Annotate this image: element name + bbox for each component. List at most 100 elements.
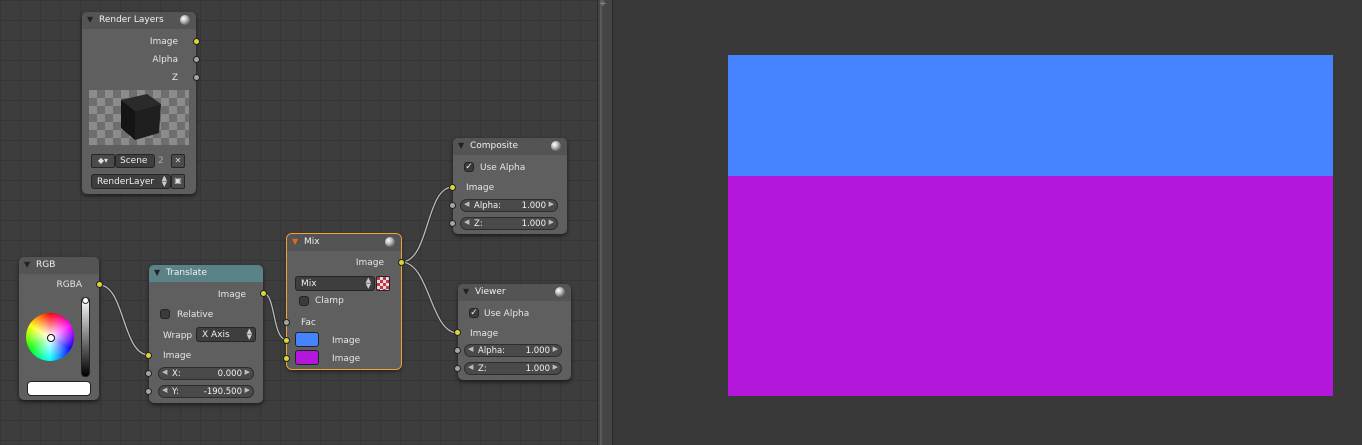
alpha-field[interactable]: ◀ Alpha: 1.000 ▶ [460, 199, 558, 212]
output-label-alpha: Alpha [152, 55, 178, 65]
sphere-icon[interactable] [385, 237, 395, 247]
output-socket-image[interactable] [193, 38, 200, 45]
input-socket-y[interactable] [145, 388, 152, 395]
output-label-rgba: RGBA [56, 280, 82, 290]
relative-checkbox[interactable] [160, 309, 170, 319]
x-label: X: [172, 369, 181, 379]
input-socket-fac[interactable] [283, 319, 290, 326]
link-mix-to-composite [400, 185, 454, 264]
input-socket-image[interactable] [449, 184, 456, 191]
triangle-down-icon[interactable]: ▼ [24, 260, 30, 269]
value-slider[interactable] [81, 297, 90, 377]
right-arrow-icon[interactable]: ▶ [245, 386, 250, 394]
link-mix-to-viewer [400, 260, 459, 335]
left-arrow-icon[interactable]: ◀ [162, 368, 167, 376]
output-socket-image[interactable] [260, 290, 267, 297]
render-layers-node[interactable]: ▼ Render Layers Image Alpha Z ◆▾ Scene 2… [82, 12, 200, 194]
color-swatch[interactable] [27, 381, 91, 396]
node-editor-area[interactable]: ▼ Render Layers Image Alpha Z ◆▾ Scene 2… [0, 0, 597, 445]
sphere-icon[interactable] [551, 141, 561, 151]
output-socket-z[interactable] [193, 74, 200, 81]
fac-label: Fac [301, 318, 316, 328]
right-arrow-icon[interactable]: ▶ [553, 363, 558, 371]
blend-mode-dropdown[interactable]: Mix ▲ ▼ [295, 276, 375, 291]
left-arrow-icon[interactable]: ◀ [468, 345, 473, 353]
node-header[interactable]: ▼ RGB [19, 257, 99, 274]
wrap-dropdown[interactable]: X Axis ▲ ▼ [196, 327, 256, 342]
node-header[interactable]: ▼ Translate [149, 265, 263, 282]
input-socket-image-2[interactable] [283, 355, 290, 362]
splitter-grip[interactable] [600, 0, 602, 445]
use-alpha-checkbox[interactable]: ✓ [464, 162, 474, 172]
x-field[interactable]: ◀ X: 0.000 ▶ [158, 367, 254, 380]
scene-browse-icon[interactable]: ◆▾ [91, 154, 115, 168]
color-wheel-cursor[interactable] [47, 334, 55, 342]
input-socket-image[interactable] [145, 352, 152, 359]
input-socket-image-1[interactable] [283, 337, 290, 344]
value-slider-handle[interactable] [82, 297, 89, 304]
output-socket-image[interactable] [398, 259, 405, 266]
triangle-down-icon[interactable]: ▼ [458, 141, 464, 150]
input-socket-alpha[interactable] [449, 202, 456, 209]
sphere-icon[interactable] [180, 15, 190, 25]
use-alpha-label: Use Alpha [484, 309, 530, 319]
input-label-image: Image [470, 329, 499, 339]
node-title: RGB [36, 260, 56, 270]
z-value: 1.000 [521, 219, 546, 229]
y-field[interactable]: ◀ Y: -190.500 ▶ [158, 385, 254, 398]
node-header[interactable]: ▼ Render Layers [82, 12, 196, 29]
left-arrow-icon[interactable]: ◀ [464, 200, 469, 208]
render-layer-dropdown[interactable]: RenderLayer ▲ ▼ [91, 174, 171, 189]
alpha-field[interactable]: ◀ Alpha: 1.000 ▶ [464, 344, 562, 357]
triangle-down-icon[interactable]: ▼ [154, 268, 160, 277]
right-arrow-icon[interactable]: ▶ [245, 368, 250, 376]
output-label-image: Image [355, 258, 384, 268]
translate-node[interactable]: ▼ Translate Image Relative Wrapp X Axis … [145, 265, 267, 403]
input-socket-z[interactable] [449, 220, 456, 227]
link-translate-to-mix [262, 291, 288, 342]
mix-node[interactable]: ▼ Mix Image Mix ▲ ▼ Clamp Fac Image Image [283, 233, 405, 370]
x-icon[interactable]: ✕ [171, 154, 185, 168]
use-alpha-checkbox[interactable]: ✓ [469, 308, 479, 318]
color-swatch-1[interactable] [295, 332, 319, 347]
right-arrow-icon[interactable]: ▶ [553, 345, 558, 353]
sphere-icon[interactable] [555, 287, 565, 297]
right-arrow-icon[interactable]: ▶ [549, 218, 554, 226]
viewer-image-bottom-band [728, 176, 1333, 396]
composite-node[interactable]: ▼ Composite ✓ Use Alpha Image ◀ Alpha: 1… [449, 138, 567, 234]
viewer-node[interactable]: ▼ Viewer ✓ Use Alpha Image ◀ Alpha: 1.00… [454, 284, 571, 380]
triangle-down-icon[interactable]: ▼ [87, 15, 93, 24]
left-arrow-icon[interactable]: ◀ [468, 363, 473, 371]
node-title: Viewer [475, 287, 506, 297]
input-socket-alpha[interactable] [454, 347, 461, 354]
input-socket-z[interactable] [454, 365, 461, 372]
clamp-checkbox[interactable] [299, 296, 309, 306]
z-field[interactable]: ◀ Z: 1.000 ▶ [464, 362, 562, 375]
node-header[interactable]: ▼ Viewer [458, 284, 571, 301]
plus-icon[interactable]: + [598, 0, 608, 9]
area-splitter[interactable] [597, 0, 613, 445]
input-socket-x[interactable] [145, 370, 152, 377]
link-rgb-to-translate [98, 283, 150, 357]
updown-arrow-icon: ▲ ▼ [365, 276, 371, 290]
output-socket-alpha[interactable] [193, 56, 200, 63]
render-icon[interactable]: ▣ [171, 174, 185, 189]
node-header[interactable]: ▼ Mix [287, 234, 401, 251]
z-field[interactable]: ◀ Z: 1.000 ▶ [460, 217, 558, 230]
input-socket-image[interactable] [454, 329, 461, 336]
checker-alpha-icon[interactable] [376, 276, 390, 291]
wrap-value: X Axis [202, 330, 230, 340]
input-label-image: Image [466, 183, 495, 193]
z-label: Z: [474, 219, 483, 229]
left-arrow-icon[interactable]: ◀ [464, 218, 469, 226]
right-arrow-icon[interactable]: ▶ [549, 200, 554, 208]
triangle-down-icon[interactable]: ▼ [292, 237, 298, 246]
triangle-down-icon[interactable]: ▼ [463, 287, 469, 296]
rgb-node[interactable]: ▼ RGB RGBA [19, 257, 103, 400]
node-header[interactable]: ▼ Composite [453, 138, 567, 155]
left-arrow-icon[interactable]: ◀ [162, 386, 167, 394]
output-socket-rgba[interactable] [96, 281, 103, 288]
color-swatch-2[interactable] [295, 350, 319, 365]
scene-field[interactable]: Scene [115, 154, 155, 168]
alpha-label: Alpha: [474, 201, 502, 211]
